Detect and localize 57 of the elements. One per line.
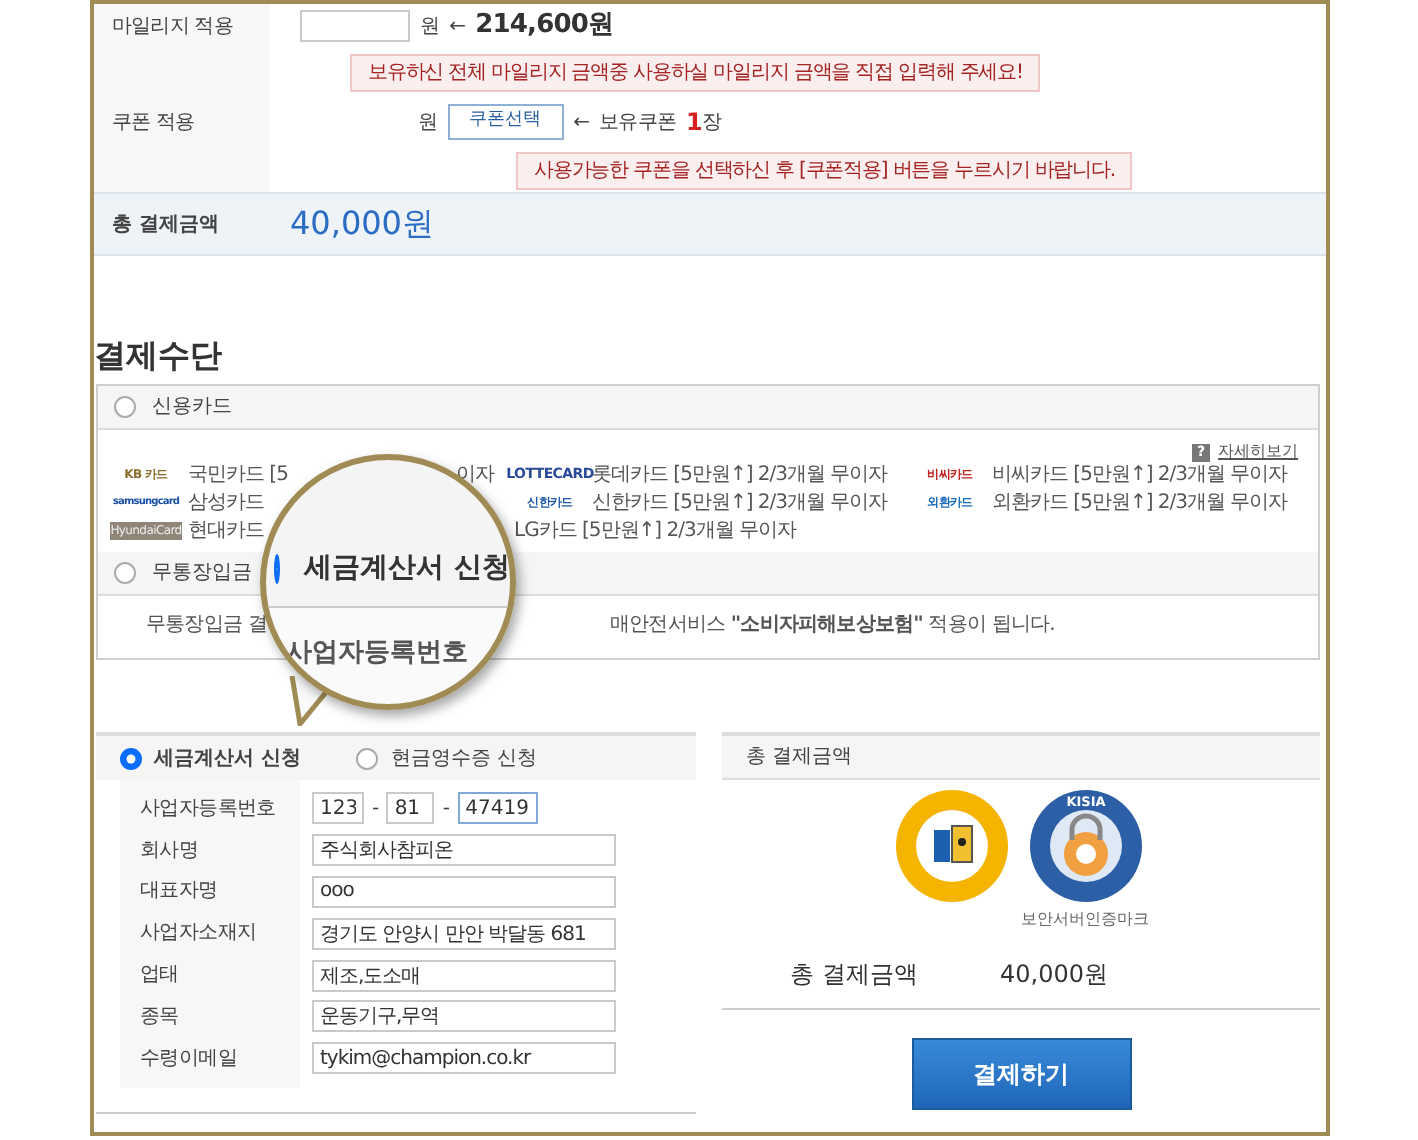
panel-title: 총 결제금액 [746, 744, 853, 772]
method-label[interactable]: 무통장입금 [152, 558, 252, 588]
radio-button[interactable] [356, 747, 379, 769]
hint-tooltip: 보유하신 전체 마일리지 금액중 사용하실 마일리지 금액을 직접 입력해 주세요! [350, 53, 1041, 91]
arrow-glyph: ← [573, 109, 590, 137]
receipt-option[interactable]: 세금계산서 신청 [154, 743, 301, 773]
number-input[interactable]: 123 [312, 792, 364, 825]
payment-badge-icon [893, 788, 1009, 904]
mileage-input[interactable] [300, 10, 410, 42]
total-amount: 40,000원 [1000, 958, 1108, 992]
radio-button[interactable] [114, 562, 136, 584]
field-label-magnified: 사업자등록번호 [284, 636, 470, 672]
text-input[interactable]: 제조,도소매 [312, 959, 616, 992]
coupon-select-button[interactable]: 쿠폰선택 [447, 104, 564, 140]
card-offer: 신한카드 [5만원↑] 2/3개월 무이자 [592, 490, 888, 518]
coupon-count-label: 보유쿠폰 [599, 109, 676, 137]
card-offer: 현대카드 [188, 518, 264, 546]
field-label: 쿠폰 적용 [110, 109, 197, 137]
total-label: 총 결제금액 [790, 958, 920, 992]
arrow-glyph: ← [449, 13, 466, 41]
separator-text: - [442, 795, 450, 824]
total-amount: 40,000원 [290, 202, 434, 246]
count-unit: 장 [701, 109, 722, 137]
text-input[interactable]: 주식회사참피온 [312, 834, 616, 867]
text-input[interactable]: tykim@champion.co.kr [312, 1042, 616, 1075]
details-link[interactable]: 자세히보기 [1218, 440, 1298, 464]
unit-label: 원 [418, 109, 438, 137]
card-offer: 삼성카드 [188, 490, 264, 518]
radio-button[interactable] [114, 396, 136, 418]
field-label: 마일리지 적용 [110, 13, 235, 41]
option-label-magnified: 세금계산서 신청 [304, 550, 510, 588]
pay-button[interactable]: 결제하기 [911, 1038, 1131, 1110]
number-input[interactable]: 81 [386, 792, 435, 825]
separator-text: - [372, 795, 379, 824]
notice-text: 무통장입금 결 [146, 614, 267, 636]
radio-button[interactable] [274, 554, 281, 584]
receipt-option[interactable]: 현금영수증 신청 [390, 743, 538, 773]
text-input[interactable]: 경기도 안양시 만안 박달동 681 [312, 917, 616, 950]
radio-button[interactable] [120, 747, 142, 769]
text-input[interactable]: 운동기구,무역 [312, 1000, 616, 1033]
number-input[interactable]: 47419 [457, 792, 538, 825]
badge-caption: 보안서버인증마크 [1021, 908, 1149, 932]
card-offer: LG카드 [5만원↑] 2/3개월 무이자 [514, 518, 796, 546]
card-offer: 비씨카드 [5만원↑] 2/3개월 무이자 [992, 462, 1288, 490]
coupon-count: 1 [686, 106, 702, 140]
mileage-amount: 214,600원 [475, 8, 614, 45]
card-offer: 국민카드 [5 [188, 462, 288, 490]
total-label: 총 결제금액 [110, 211, 221, 239]
section-heading: 결제수단 [94, 336, 224, 376]
unit-label: 원 [420, 13, 440, 41]
card-offer: 롯데카드 [5만원↑] 2/3개월 무이자 [592, 462, 888, 490]
notice-text: 매안전서비스 "소비자피해보상보험" 적용이 됩니다. [610, 612, 1055, 640]
card-offer: 이자 [456, 462, 494, 490]
method-label[interactable]: 신용카드 [152, 392, 232, 422]
hint-tooltip: 사용가능한 쿠폰을 선택하신 후 [쿠폰적용] 버튼을 누르시기 바랍니다. [516, 151, 1133, 189]
text-input[interactable]: ooo [312, 875, 616, 908]
card-offer: 외환카드 [5만원↑] 2/3개월 무이자 [992, 490, 1288, 518]
